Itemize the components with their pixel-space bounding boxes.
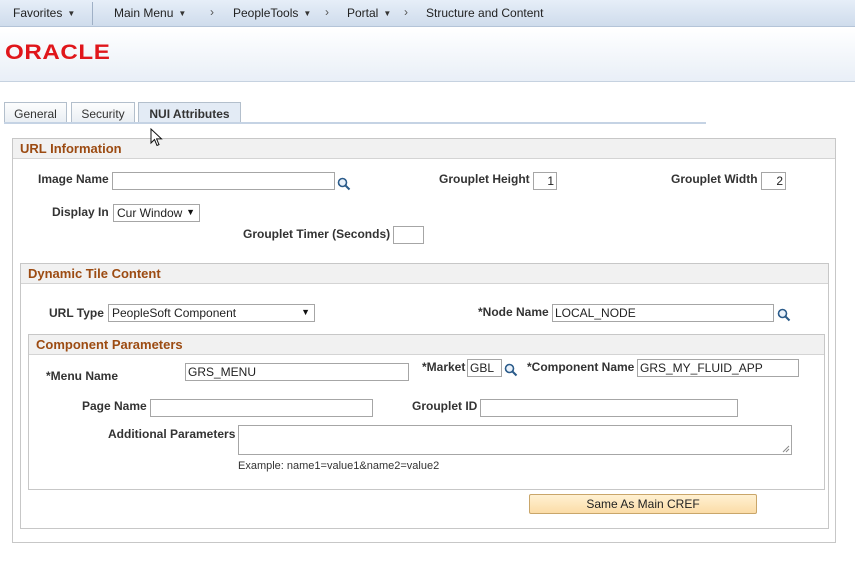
display-in-value: Cur Window — [117, 206, 183, 220]
grouplet-width-input[interactable]: 2 — [761, 172, 786, 190]
page-name-input[interactable] — [150, 399, 373, 417]
node-name-lookup-icon[interactable] — [777, 308, 791, 322]
nav-main-menu[interactable]: Main Menu ▼ — [114, 6, 186, 20]
component-name-input[interactable]: GRS_MY_FLUID_APP — [637, 359, 799, 377]
display-in-select[interactable]: Cur Window ▼ — [113, 204, 200, 222]
image-name-label: Image Name — [38, 172, 109, 186]
tab-general-label: General — [14, 107, 57, 121]
tab-nui-attributes[interactable]: NUI Attributes — [138, 102, 241, 124]
nav-favorites-label: Favorites — [13, 6, 63, 20]
market-label: *Market — [422, 360, 466, 374]
node-name-input[interactable]: LOCAL_NODE — [552, 304, 774, 322]
breadcrumb-arrow-icon: › — [404, 5, 408, 19]
component-parameters-header: Component Parameters — [29, 335, 824, 355]
same-as-main-cref-button[interactable]: Same As Main CREF — [529, 494, 757, 514]
additional-parameters-example: Example: name1=value1&name2=value2 — [238, 460, 440, 472]
image-name-lookup-icon[interactable] — [337, 177, 351, 191]
breadcrumb-arrow-icon: › — [210, 5, 214, 19]
tab-security-label: Security — [81, 107, 125, 121]
dropdown-arrow-icon: ▼ — [301, 307, 310, 317]
nav-main-menu-label: Main Menu — [114, 6, 174, 20]
grouplet-id-label: Grouplet ID — [412, 399, 478, 413]
nav-divider — [92, 2, 93, 25]
nav-portal[interactable]: Portal ▼ — [347, 6, 391, 20]
menu-name-label: *Menu Name — [46, 369, 119, 383]
chevron-down-icon: ▼ — [178, 9, 187, 18]
breadcrumb-arrow-icon: › — [325, 5, 329, 19]
page-name-label: Page Name — [82, 399, 147, 413]
component-name-label: *Component Name — [527, 360, 635, 374]
grouplet-height-input[interactable]: 1 — [533, 172, 557, 190]
market-input[interactable]: GBL — [467, 359, 502, 377]
nav-peopletools[interactable]: PeopleTools ▼ — [233, 6, 311, 20]
display-in-label: Display In — [52, 205, 109, 219]
grouplet-timer-label: Grouplet Timer (Seconds) — [243, 227, 391, 241]
additional-parameters-label: Additional Parameters — [108, 427, 236, 441]
nav-peopletools-label: PeopleTools — [233, 6, 299, 20]
dropdown-arrow-icon: ▼ — [186, 207, 195, 217]
tab-strip-underline — [4, 122, 706, 124]
additional-parameters-textarea[interactable] — [238, 425, 792, 455]
chevron-down-icon: ▼ — [303, 9, 312, 18]
top-navigation-bar: Favorites ▼ Main Menu ▼ › PeopleTools ▼ › P… — [0, 0, 855, 27]
url-type-value: PeopleSoft Component — [112, 306, 237, 320]
nav-portal-label: Portal — [347, 6, 379, 20]
grouplet-id-input[interactable] — [480, 399, 738, 417]
chevron-down-icon: ▼ — [383, 9, 392, 18]
header-banner: ORACLE — [0, 28, 855, 82]
url-type-select[interactable]: PeopleSoft Component ▼ — [108, 304, 315, 322]
grouplet-width-label: Grouplet Width — [671, 172, 758, 186]
tab-general[interactable]: General — [4, 102, 67, 124]
menu-name-input[interactable]: GRS_MENU — [185, 363, 409, 381]
nav-favorites-menu[interactable]: Favorites ▼ — [13, 6, 75, 20]
image-name-input[interactable] — [112, 172, 335, 190]
chevron-down-icon: ▼ — [67, 9, 76, 18]
grouplet-height-label: Grouplet Height — [439, 172, 530, 186]
market-lookup-icon[interactable] — [504, 363, 518, 377]
dynamic-tile-content-header: Dynamic Tile Content — [21, 264, 828, 284]
nav-current-page: Structure and Content — [426, 6, 544, 20]
node-name-label: *Node Name — [478, 305, 549, 319]
grouplet-timer-input[interactable] — [393, 226, 424, 244]
tab-nui-attributes-label: NUI Attributes — [149, 107, 230, 121]
tab-security[interactable]: Security — [71, 102, 135, 124]
url-information-header: URL Information — [13, 139, 835, 159]
resize-grip-icon[interactable] — [782, 445, 790, 453]
mouse-pointer-icon — [150, 128, 163, 147]
url-type-label: URL Type — [49, 306, 104, 320]
oracle-logo: ORACLE — [5, 41, 111, 64]
